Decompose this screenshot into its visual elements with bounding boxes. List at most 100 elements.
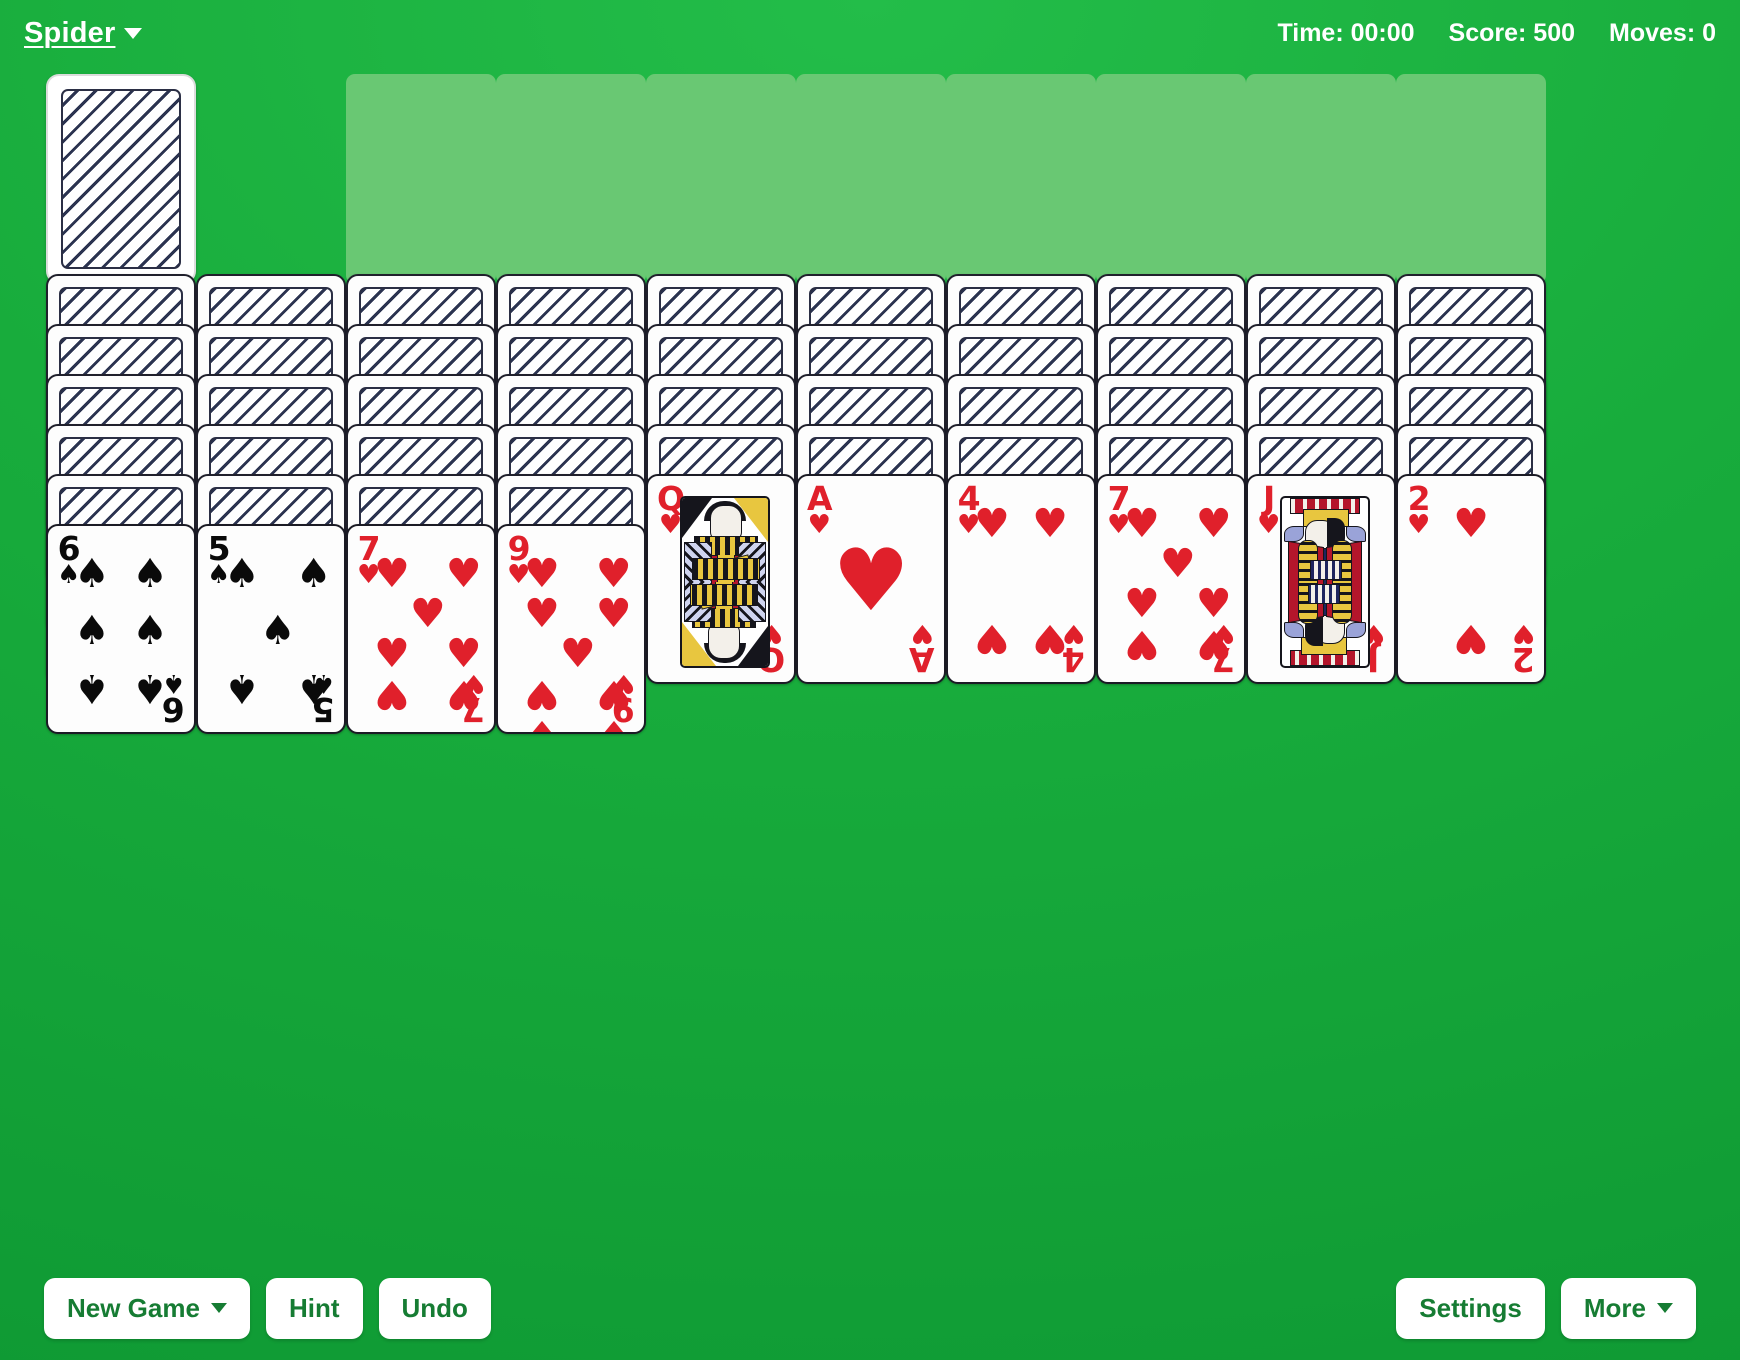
card-pip-grid: ♥ ♥ ♥ ♥ ♥ ♥ ♥ ♥ ♥ (524, 551, 632, 732)
card-pip-spades-icon: ♠ (259, 608, 296, 654)
chevron-down-icon (210, 1303, 227, 1313)
card-pip-hearts-icon: ♥ (559, 631, 596, 677)
time-readout: Time: 00:00 (1277, 18, 1415, 47)
card-pip-hearts-icon: ♥ (524, 551, 560, 597)
card-pip-hearts-icon: ♥ (974, 615, 1010, 661)
court-half-bot (1282, 582, 1368, 666)
card-pip-grid: ♠ ♠ ♠ ♠ ♠ ♠ (74, 551, 168, 711)
card-pip-hearts-icon: ♥ (974, 501, 1010, 547)
chevron-down-icon (124, 27, 143, 39)
top-status-bar: Spider Time: 00:00 Score: 500 Moves: 0 (0, 0, 1740, 66)
toolbar-right-group: Settings More (1396, 1277, 1696, 1339)
card-5-of-spades[interactable]: 5 ♠ 5 ♠ ♠ ♠ ♠ ♠ ♠ (196, 524, 346, 734)
undo-button[interactable]: Undo (378, 1277, 491, 1339)
new-game-button[interactable]: New Game (44, 1277, 250, 1339)
court-part-face (708, 623, 740, 659)
court-part-leafL (1284, 526, 1304, 542)
card-pip-hearts-icon: ♥ (1195, 501, 1232, 547)
card-2-of-hearts[interactable]: 2 ♥ 2 ♥ ♥ ♥ (1396, 474, 1546, 684)
card-pip-hearts-icon: ♥ (409, 591, 446, 637)
card-J-of-hearts[interactable]: J ♥ J ♥ (1246, 474, 1396, 684)
settings-label: Settings (1419, 1292, 1522, 1323)
foundation-slot[interactable] (1396, 74, 1546, 284)
card-pip-hearts-icon: ♥ (1195, 581, 1232, 627)
card-pip-hearts-icon: ♥ (1453, 501, 1489, 547)
more-label: More (1583, 1292, 1646, 1323)
card-pip-spades-icon: ♠ (132, 665, 168, 711)
undo-label: Undo (401, 1292, 468, 1323)
card-pip-hearts-icon: ♥ (1124, 501, 1160, 547)
court-card-art (680, 496, 770, 668)
court-half-bot (682, 582, 768, 666)
hint-button[interactable]: Hint (265, 1277, 363, 1339)
card-7-of-hearts[interactable]: 7 ♥ 7 ♥ ♥ ♥ ♥ ♥ ♥ ♥ ♥ (1096, 474, 1246, 684)
score-readout: Score: 500 (1448, 18, 1576, 47)
card-pip-grid: ♠ ♠ ♠ ♠ ♠ (224, 551, 332, 711)
chevron-down-icon (1657, 1303, 1673, 1313)
card-pip-hearts-icon: ♥ (524, 671, 560, 717)
card-Q-of-hearts[interactable]: Q ♥ Q ♥ (646, 474, 796, 684)
foundation-slot[interactable] (646, 74, 796, 284)
card-pip-grid: ♥ ♥ ♥ ♥ (974, 501, 1068, 661)
status-readouts: Time: 00:00 Score: 500 Moves: 0 (1277, 19, 1716, 48)
court-part-leafR (1284, 622, 1304, 638)
card-pip-hearts-icon: ♥ (524, 711, 560, 734)
moves-readout: Moves: 0 (1609, 18, 1716, 47)
card-7-of-hearts[interactable]: 7 ♥ 7 ♥ ♥ ♥ ♥ ♥ ♥ ♥ ♥ (346, 524, 496, 734)
card-pip-hearts-icon: ♥ (374, 551, 410, 597)
card-4-of-hearts[interactable]: 4 ♥ 4 ♥ ♥ ♥ ♥ ♥ (946, 474, 1096, 684)
court-part-leafR (1346, 526, 1366, 542)
card-pip-spades-icon: ♠ (132, 551, 168, 597)
foundation-slot[interactable] (346, 74, 496, 284)
game-board: 6 ♠ 6 ♠ ♠ ♠ ♠ ♠ ♠ ♠ 5 ♠ 5 ♠ ♠ ♠ ♠ ♠ ♠ 7 ♥ 7 ♥ ♥ ♥ ♥ ♥ ♥ ♥ ♥ 9 ♥ 9 ♥ ♥ ♥ ♥ ♥ ♥ ♥… (0, 66, 1740, 1256)
new-game-label: New Game (67, 1292, 200, 1323)
card-pip-hearts-icon: ♥ (445, 551, 482, 597)
foundation-slot[interactable] (796, 74, 946, 284)
foundation-slot[interactable] (1246, 74, 1396, 284)
card-corner-tl: J ♥ (1257, 482, 1281, 541)
card-pip-grid: ♥ ♥ ♥ ♥ ♥ ♥ ♥ (1124, 501, 1232, 667)
card-pip-hearts-icon: ♥ (524, 591, 560, 637)
card-A-of-hearts[interactable]: A ♥ A ♥ ♥ (796, 474, 946, 684)
card-pip-grid: ♥ (824, 504, 918, 658)
toolbar-left-group: New Game Hint Undo (44, 1277, 491, 1339)
court-figure (682, 582, 768, 666)
court-half-top (682, 498, 768, 582)
court-part-emblem (1310, 560, 1342, 580)
court-figure (1282, 582, 1368, 666)
settings-button[interactable]: Settings (1396, 1277, 1545, 1339)
card-pip-spades-icon: ♠ (74, 608, 110, 654)
court-part-hem (692, 558, 760, 580)
stock-pile[interactable] (46, 74, 196, 284)
card-pip-hearts-icon: ♥ (595, 551, 632, 597)
card-pip-hearts-icon: ♥ (595, 671, 632, 717)
card-pip-hearts-icon: ♥ (1032, 615, 1068, 661)
card-6-of-spades[interactable]: 6 ♠ 6 ♠ ♠ ♠ ♠ ♠ ♠ ♠ (46, 524, 196, 734)
card-pip-grid: ♥ ♥ ♥ ♥ ♥ ♥ ♥ (374, 551, 482, 717)
card-pip-hearts-icon: ♥ (445, 671, 482, 717)
card-pip-spades-icon: ♠ (224, 551, 260, 597)
card-pip-hearts-icon: ♥ (374, 671, 410, 717)
court-part-emblem (1308, 584, 1340, 604)
card-pip-hearts-icon: ♥ (374, 631, 410, 677)
game-title-dropdown[interactable]: Spider (24, 16, 143, 50)
card-back-pattern (61, 89, 181, 269)
card-pip-spades-icon: ♠ (224, 665, 260, 711)
card-suit-hearts-icon: ♥ (1257, 510, 1281, 541)
hint-label: Hint (288, 1292, 340, 1323)
card-9-of-hearts[interactable]: 9 ♥ 9 ♥ ♥ ♥ ♥ ♥ ♥ ♥ ♥ ♥ ♥ (496, 524, 646, 734)
card-pip-grid: ♥ ♥ (1424, 501, 1518, 661)
card-pip-hearts-icon: ♥ (1195, 621, 1232, 667)
card-pip-hearts-icon: ♥ (595, 711, 632, 734)
game-title-label: Spider (24, 16, 116, 49)
foundation-slot[interactable] (496, 74, 646, 284)
foundation-slot[interactable] (1096, 74, 1246, 284)
more-button[interactable]: More (1560, 1277, 1696, 1339)
card-pip-hearts-icon: ♥ (1453, 615, 1489, 661)
court-half-top (1282, 498, 1368, 582)
court-figure (682, 498, 768, 582)
card-pip-spades-icon: ♠ (74, 665, 110, 711)
foundation-slot[interactable] (946, 74, 1096, 284)
card-pip-hearts-icon: ♥ (1032, 501, 1068, 547)
card-pip-spades-icon: ♠ (295, 665, 332, 711)
